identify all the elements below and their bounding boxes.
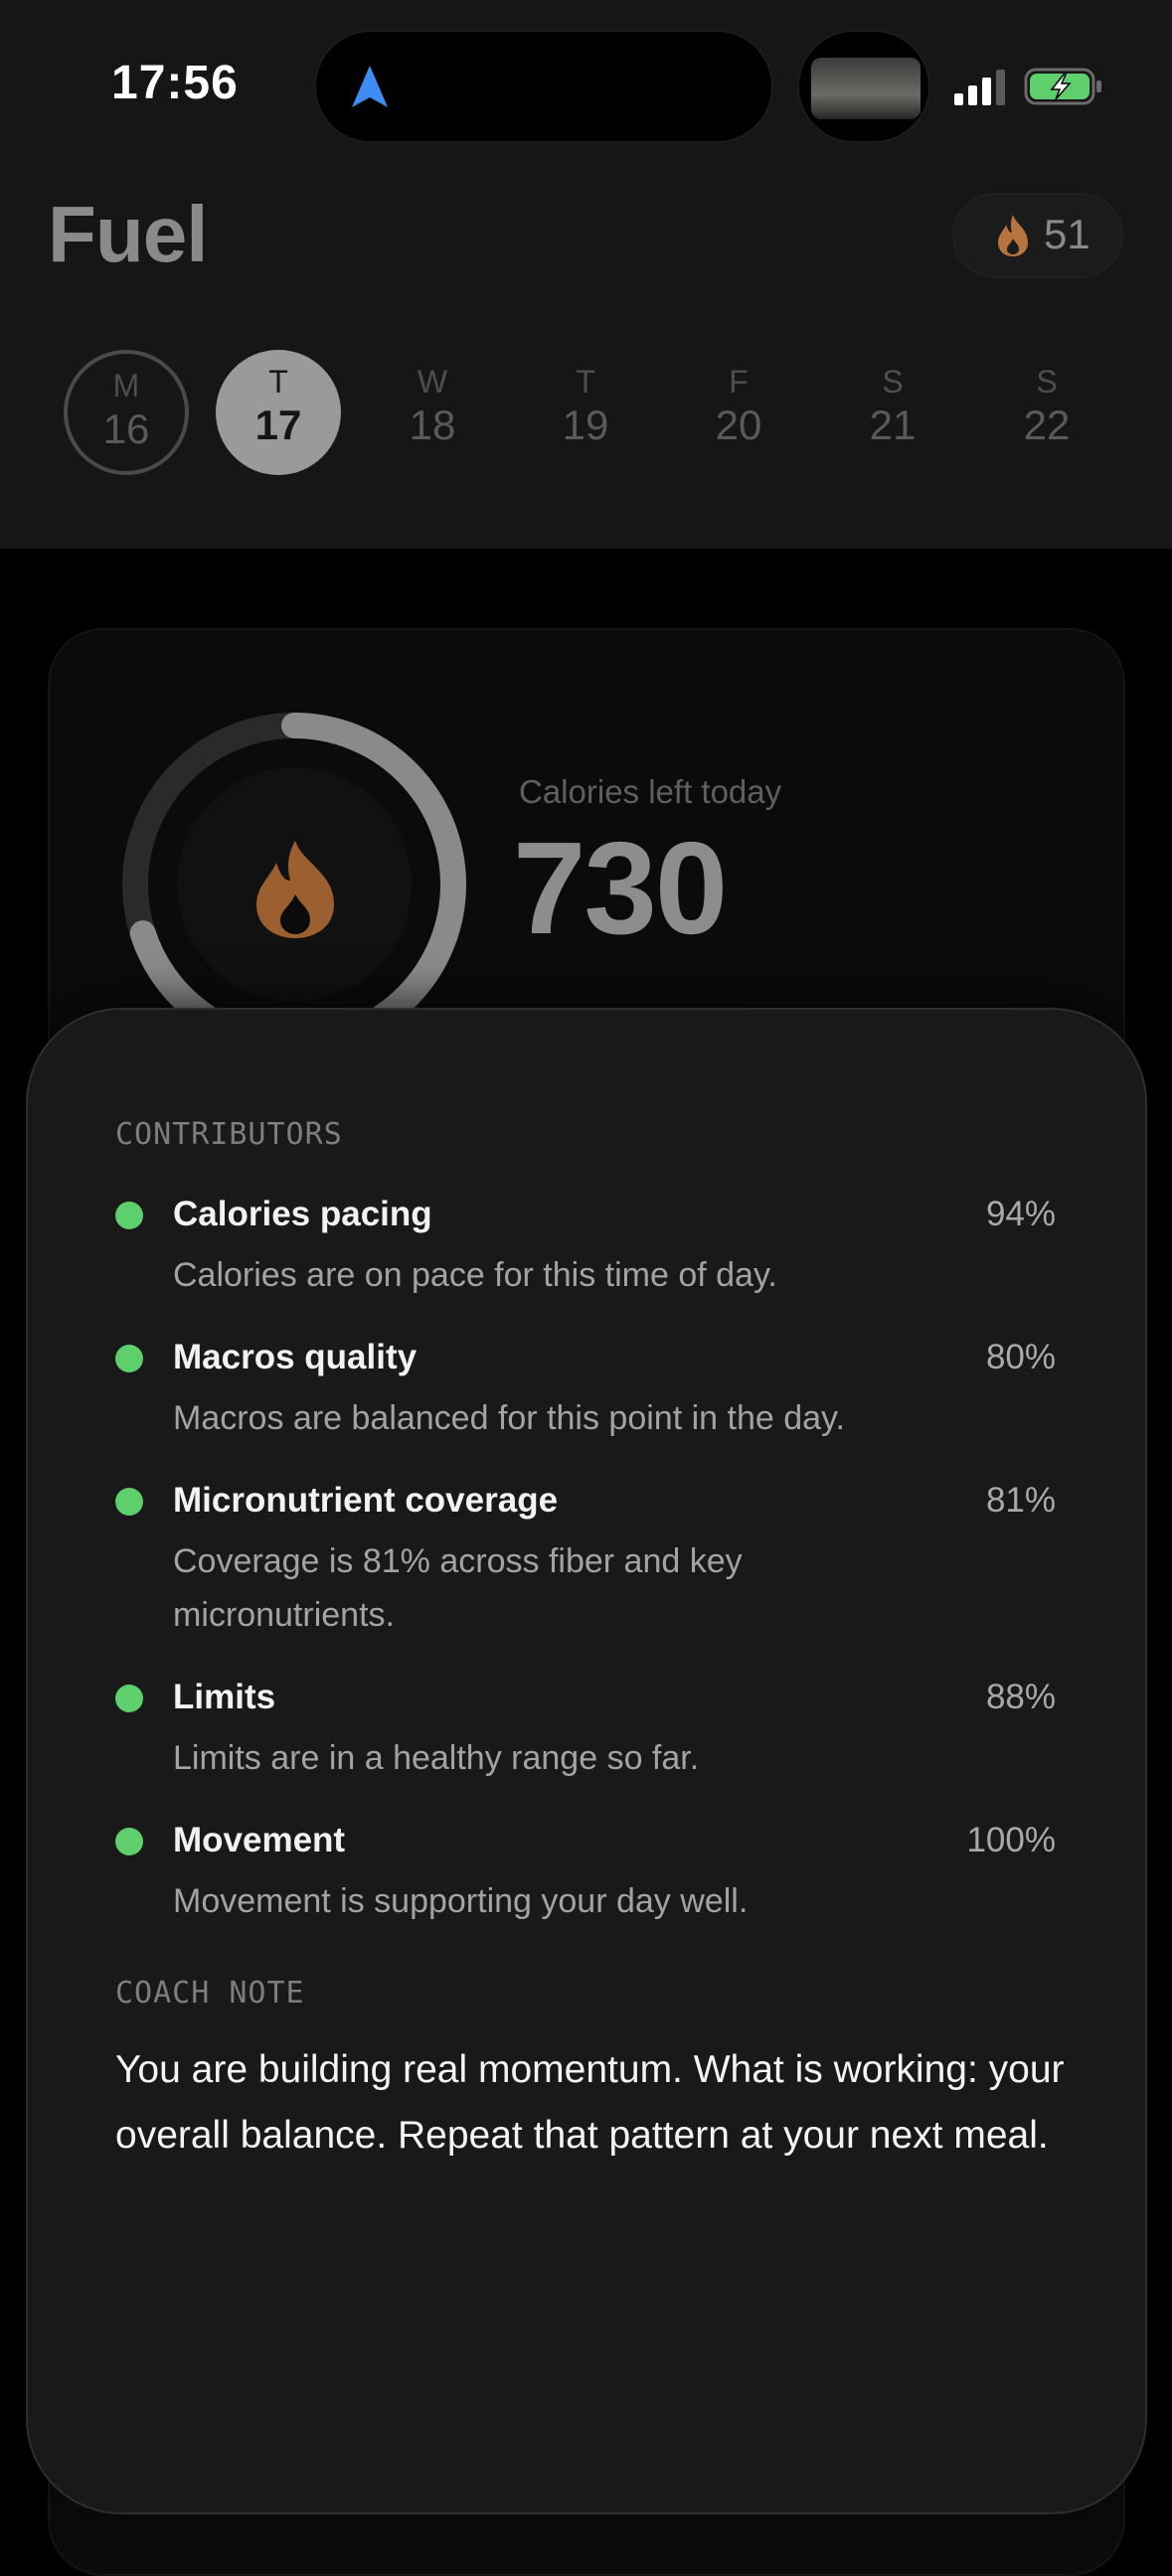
navigation-arrow-icon bbox=[352, 66, 388, 107]
status-bar: 17:56 bbox=[0, 0, 1172, 169]
status-dot bbox=[115, 1202, 143, 1229]
contributor-description: Coverage is 81% across fiber and key mic… bbox=[173, 1542, 743, 1634]
status-dot bbox=[115, 1828, 143, 1855]
streak-badge[interactable] bbox=[952, 193, 1123, 278]
contributor-percent: 100% bbox=[966, 1821, 1056, 1859]
contributor-description: Movement is supporting your day well. bbox=[173, 1882, 749, 1920]
contributor-percent: 80% bbox=[985, 1338, 1056, 1376]
coach-note-text: You are building real momentum. What is … bbox=[115, 2048, 1065, 2157]
cellular-signal-icon bbox=[954, 70, 1005, 105]
page-title: Fuel bbox=[48, 190, 208, 278]
contributor-percent: 81% bbox=[985, 1481, 1056, 1520]
streak-count: 51 bbox=[1044, 211, 1090, 257]
contributor-title: Micronutrient coverage bbox=[173, 1481, 559, 1520]
contributor-percent: 88% bbox=[985, 1678, 1056, 1716]
day-wednesday[interactable]: W 18 bbox=[370, 350, 495, 475]
video-thumbnail bbox=[811, 58, 921, 119]
day-letter: W bbox=[417, 364, 448, 400]
contributor-title: Limits bbox=[173, 1678, 276, 1716]
day-saturday[interactable]: S 21 bbox=[830, 350, 955, 475]
contributor-description: Calories are on pace for this time of da… bbox=[173, 1256, 777, 1294]
contributors-heading: CONTRIBUTORS bbox=[115, 1117, 343, 1152]
day-number: 19 bbox=[562, 402, 609, 448]
contributor-title: Movement bbox=[173, 1821, 346, 1859]
battery-charging-icon bbox=[1024, 68, 1101, 105]
status-dot bbox=[115, 1685, 143, 1712]
contributor-title: Macros quality bbox=[173, 1338, 418, 1376]
day-letter: M bbox=[112, 368, 140, 403]
contributor-description: Macros are balanced for this point in th… bbox=[173, 1399, 845, 1437]
contributor-title: Calories pacing bbox=[173, 1195, 432, 1233]
status-dot bbox=[115, 1488, 143, 1516]
day-number: 17 bbox=[254, 402, 302, 448]
status-time: 17:56 bbox=[111, 57, 239, 109]
day-number: 16 bbox=[102, 405, 150, 452]
day-letter: S bbox=[882, 364, 904, 400]
day-letter: T bbox=[576, 364, 595, 400]
day-number: 22 bbox=[1023, 402, 1071, 448]
day-letter: T bbox=[268, 364, 288, 400]
day-friday[interactable]: F 20 bbox=[676, 350, 801, 475]
coach-note-heading: COACH NOTE bbox=[115, 1976, 305, 2011]
status-dot bbox=[115, 1345, 143, 1372]
day-number: 21 bbox=[869, 402, 917, 448]
day-letter: S bbox=[1036, 364, 1058, 400]
day-sunday[interactable]: S 22 bbox=[984, 350, 1109, 475]
flame-icon bbox=[998, 215, 1028, 256]
calories-left-value: 730 bbox=[513, 815, 728, 961]
day-letter: F bbox=[729, 364, 749, 400]
day-monday[interactable]: M 16 bbox=[64, 350, 189, 475]
day-thursday[interactable]: T 19 bbox=[523, 350, 648, 475]
day-number: 20 bbox=[715, 402, 762, 448]
day-tuesday-selected[interactable]: T 17 bbox=[216, 350, 341, 475]
contributor-description: Limits are in a healthy range so far. bbox=[173, 1739, 700, 1777]
day-number: 18 bbox=[409, 402, 456, 448]
picture-in-picture-thumbnail[interactable] bbox=[797, 30, 930, 143]
calories-left-label: Calories left today bbox=[519, 773, 782, 810]
flame-icon bbox=[256, 841, 334, 938]
contributor-percent: 94% bbox=[985, 1195, 1056, 1233]
